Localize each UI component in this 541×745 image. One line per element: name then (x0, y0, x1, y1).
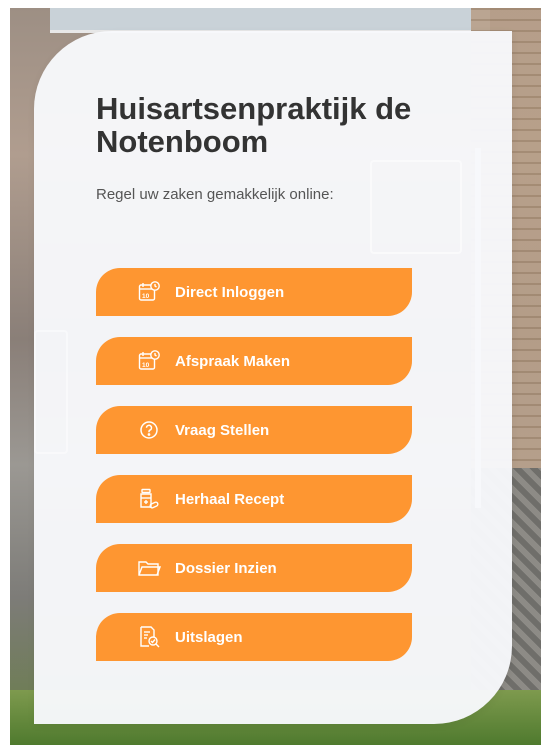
afspraak-maken-label: Afspraak Maken (175, 352, 291, 370)
uitslagen-label: Uitslagen (175, 628, 243, 646)
afspraak-maken-button[interactable]: 10 Afspraak Maken (96, 337, 412, 385)
calendar-clock-icon: 10 (137, 280, 161, 304)
herhaal-recept-label: Herhaal Recept (175, 490, 285, 508)
calendar-clock-icon: 10 (137, 349, 161, 373)
medicine-bottle-icon (137, 487, 161, 511)
folder-icon (137, 556, 161, 580)
uitslagen-button[interactable]: Uitslagen (96, 613, 412, 661)
dossier-inzien-label: Dossier Inzien (175, 559, 277, 577)
direct-inloggen-button[interactable]: 10 Direct Inloggen (96, 268, 412, 316)
page-title: Huisartsenpraktijk de Notenboom (96, 91, 412, 159)
direct-inloggen-label: Direct Inloggen (175, 283, 285, 301)
dossier-inzien-button[interactable]: Dossier Inzien (96, 544, 412, 592)
herhaal-recept-button[interactable]: Herhaal Recept (96, 475, 412, 523)
decorative-cross-outline (34, 330, 68, 454)
document-search-icon (137, 625, 161, 649)
vraag-stellen-button[interactable]: Vraag Stellen (96, 406, 412, 454)
question-circle-icon (137, 418, 161, 442)
svg-text:10: 10 (142, 362, 150, 369)
background-window (50, 8, 490, 33)
vraag-stellen-label: Vraag Stellen (175, 421, 270, 439)
page-subtitle: Regel uw zaken gemakkelijk online: (96, 186, 334, 203)
svg-text:10: 10 (142, 293, 150, 300)
decorative-cross-outline (370, 160, 462, 254)
